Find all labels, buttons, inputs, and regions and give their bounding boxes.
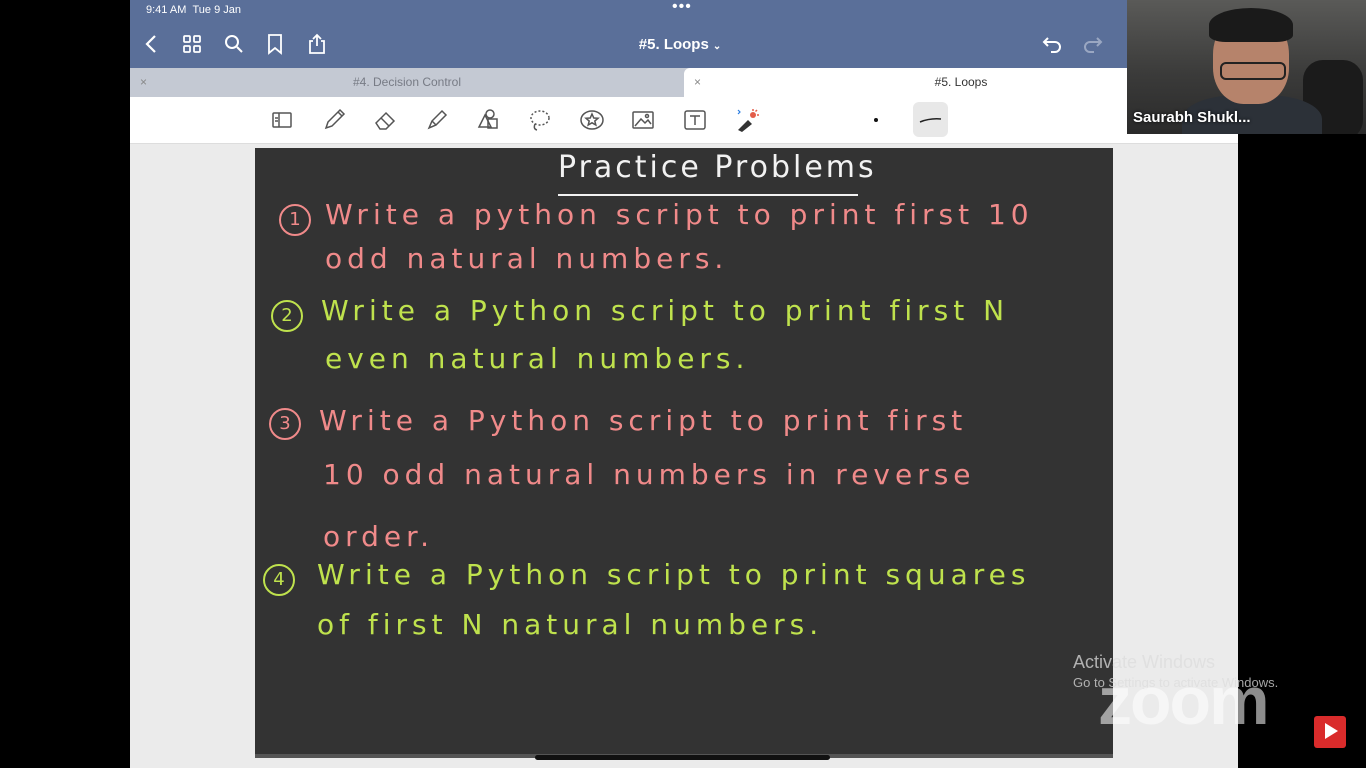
presenter-name: Saurabh Shukl... [1133, 109, 1251, 126]
presenter-hair [1209, 8, 1293, 42]
problem-number: 1 [279, 204, 311, 236]
page-heading: Practice Problems [558, 150, 877, 185]
presenter-glasses [1220, 62, 1286, 80]
webcam-video: Saurabh Shukl... [1127, 0, 1366, 134]
document-tabs: × #4. Decision Control × #5. Loops [130, 68, 1238, 97]
problem-4-line-1: Write a Python script to print squares [317, 558, 1031, 591]
scroll-indicator[interactable] [535, 755, 830, 760]
document-title[interactable]: #5. Loops ⌄ [130, 36, 1230, 53]
close-tab-icon[interactable]: × [140, 68, 147, 97]
chevron-down-icon[interactable]: ⌄ [713, 41, 721, 52]
problem-3-line-3: order. [323, 520, 434, 553]
problem-number: 3 [269, 408, 301, 440]
zoom-logo: zoom [1098, 663, 1270, 739]
problem-3-line-1: Write a Python script to print first [319, 404, 968, 437]
shapes-icon[interactable] [475, 107, 501, 133]
laser-pointer-icon[interactable] [733, 107, 759, 133]
pen-size-dot[interactable] [874, 118, 878, 122]
image-icon[interactable] [630, 107, 656, 133]
lasso-icon[interactable] [527, 107, 553, 133]
problem-1-line-1: Write a python script to print first 10 [325, 198, 1034, 231]
pen-icon[interactable] [321, 107, 347, 133]
goodnotes-app: 9:41 AM Tue 9 Jan ••• #5. Loops ⌄ × #4. … [130, 0, 1238, 768]
close-tab-icon[interactable]: × [694, 68, 701, 97]
youtube-subscribe-icon[interactable] [1314, 716, 1346, 748]
drawing-toolbar [130, 97, 1238, 144]
problem-4-line-2: of first N natural numbers. [317, 608, 824, 641]
status-bar-time: 9:41 AM Tue 9 Jan [146, 4, 241, 16]
problem-2-line-1: Write a Python script to print first N [321, 294, 1010, 327]
problem-number: 4 [263, 564, 295, 596]
problem-number: 2 [271, 300, 303, 332]
top-bar: 9:41 AM Tue 9 Jan ••• #5. Loops ⌄ [130, 0, 1238, 68]
problem-2-line-2: even natural numbers. [325, 342, 750, 375]
highlighter-icon[interactable] [424, 107, 450, 133]
multitask-dots[interactable]: ••• [672, 0, 692, 16]
notebook-page[interactable]: Practice Problems 1 Write a python scrip… [255, 148, 1113, 758]
undo-icon[interactable] [1040, 32, 1064, 56]
page-icon[interactable] [269, 107, 295, 133]
problem-3-line-2: 10 odd natural numbers in reverse [323, 458, 976, 491]
problem-1-line-2: odd natural numbers. [325, 242, 729, 275]
sticker-icon[interactable] [579, 107, 605, 133]
eraser-icon[interactable] [372, 107, 398, 133]
tab-decision-control[interactable]: × #4. Decision Control [130, 68, 684, 97]
redo-icon[interactable] [1081, 32, 1105, 56]
stroke-style-selector[interactable] [913, 102, 948, 137]
heading-underline [558, 194, 858, 196]
text-icon[interactable] [682, 107, 708, 133]
